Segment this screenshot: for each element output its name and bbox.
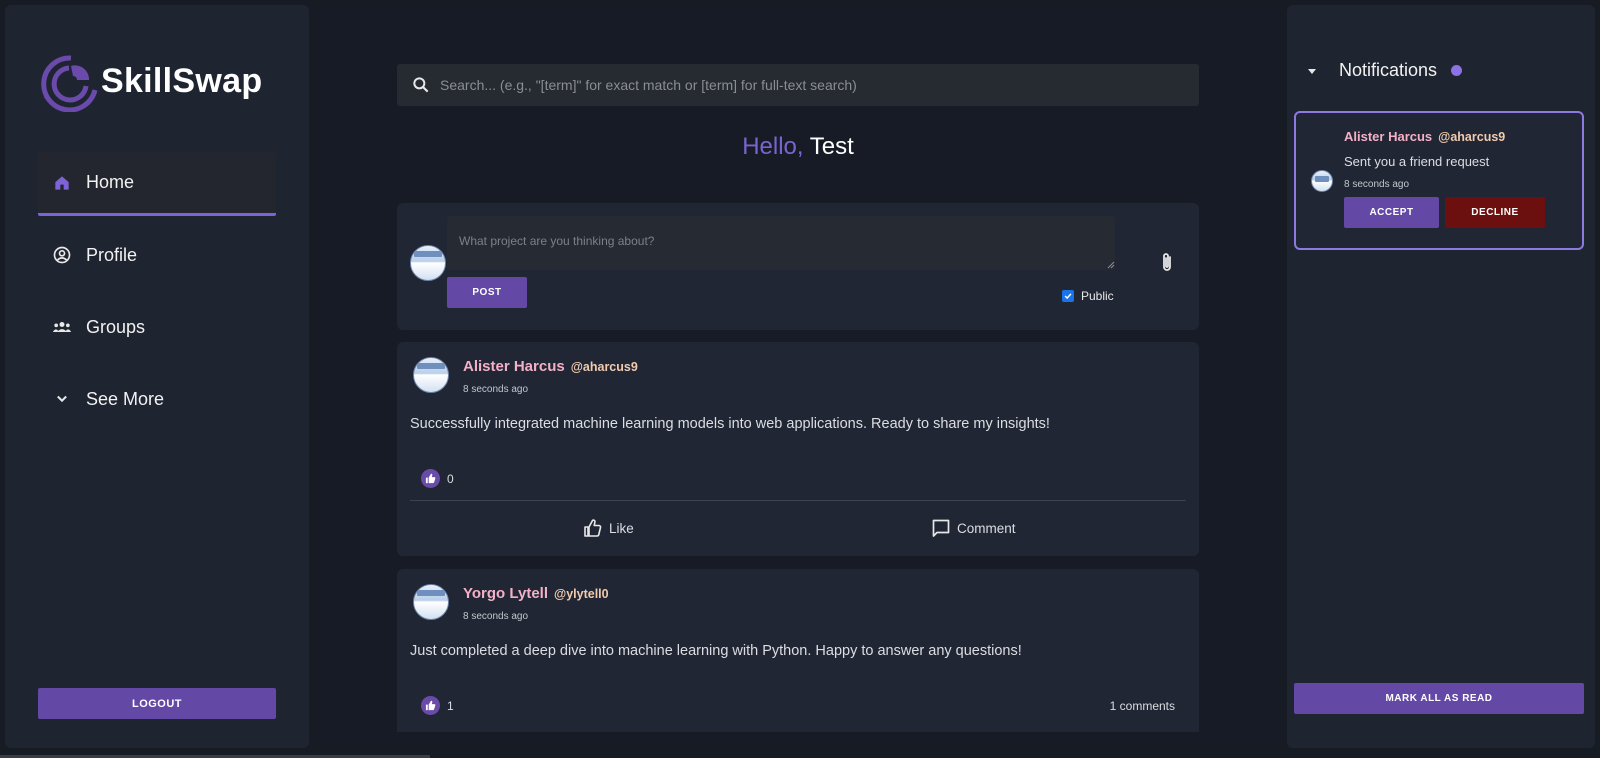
- nav-item-see-more[interactable]: See More: [38, 367, 276, 431]
- search-icon: [413, 77, 429, 93]
- unread-dot: [1451, 65, 1463, 76]
- post-timestamp: 8 seconds ago: [463, 384, 529, 395]
- notification-timestamp: 8 seconds ago: [1344, 179, 1410, 190]
- search-input[interactable]: [440, 77, 1199, 93]
- thumbs-up-icon: [421, 469, 440, 488]
- public-label: Public: [1081, 289, 1114, 303]
- like-count: 1: [447, 698, 454, 713]
- greeting-hello: Hello,: [742, 133, 804, 160]
- brand-name: SkillSwap: [101, 61, 263, 100]
- logout-button[interactable]: LOGOUT: [38, 688, 276, 719]
- like-count: 0: [447, 471, 454, 486]
- notification-sender: Alister Harcus @aharcus9: [1344, 129, 1505, 144]
- like-label: Like: [609, 520, 634, 536]
- thumbs-up-outline-icon: [584, 519, 602, 537]
- post-timestamp: 8 seconds ago: [463, 611, 529, 622]
- divider: [410, 500, 1186, 501]
- post-body: Just completed a deep dive into machine …: [410, 643, 1022, 659]
- account-circle-icon: [38, 245, 86, 265]
- post-textarea[interactable]: [447, 216, 1115, 270]
- resize-handle-icon[interactable]: [1107, 261, 1115, 269]
- avatar: [410, 245, 446, 281]
- like-summary: 0: [421, 469, 454, 488]
- groups-icon: [38, 317, 86, 337]
- nav-label-groups: Groups: [86, 316, 146, 337]
- sender-handle[interactable]: @aharcus9: [1438, 130, 1505, 144]
- post-author: Alister Harcus @aharcus9: [463, 358, 638, 375]
- post-composer: POST Public: [397, 203, 1199, 330]
- attachment-icon[interactable]: [1157, 251, 1177, 275]
- post-body: Successfully integrated machine learning…: [410, 416, 1050, 432]
- accept-button[interactable]: ACCEPT: [1344, 197, 1439, 228]
- search-bar[interactable]: [397, 64, 1199, 106]
- author-name[interactable]: Alister Harcus: [463, 358, 565, 375]
- like-button[interactable]: Like: [583, 518, 634, 538]
- greeting: Hello, Test: [397, 133, 1199, 161]
- nav-label-home: Home: [86, 172, 135, 192]
- logo-icon: [41, 55, 98, 112]
- mark-all-read-button[interactable]: MARK ALL AS READ: [1294, 683, 1584, 714]
- like-summary: 1: [421, 696, 454, 715]
- avatar: [1311, 170, 1333, 192]
- public-toggle[interactable]: Public: [1062, 289, 1114, 303]
- avatar[interactable]: [413, 357, 449, 393]
- nav-label-profile: Profile: [86, 244, 138, 265]
- thumbs-up-icon: [421, 696, 440, 715]
- notifications-header[interactable]: Notifications: [1307, 60, 1463, 81]
- notification-card: Alister Harcus @aharcus9 Sent you a frie…: [1294, 111, 1584, 250]
- post-author: Yorgo Lytell @ylytell0: [463, 585, 609, 602]
- comment-count[interactable]: 1 comments: [1110, 699, 1175, 713]
- notifications-panel: Notifications Alister Harcus @aharcus9 S…: [1287, 5, 1595, 748]
- skillswap-logo[interactable]: SkillSwap: [37, 50, 262, 112]
- nav-item-home[interactable]: Home: [38, 152, 276, 216]
- author-handle[interactable]: @aharcus9: [571, 360, 638, 374]
- caret-down-icon: [1308, 68, 1316, 74]
- author-name[interactable]: Yorgo Lytell: [463, 585, 548, 602]
- post-card: Alister Harcus @aharcus9 8 seconds ago S…: [397, 342, 1199, 556]
- left-sidebar: SkillSwap Home Profile Groups See More L…: [5, 5, 309, 748]
- notification-message: Sent you a friend request: [1344, 154, 1490, 169]
- nav-item-groups[interactable]: Groups: [38, 295, 276, 359]
- author-handle[interactable]: @ylytell0: [554, 587, 609, 601]
- avatar[interactable]: [413, 584, 449, 620]
- sender-name[interactable]: Alister Harcus: [1344, 129, 1432, 144]
- home-icon: [38, 173, 86, 193]
- chevron-down-icon: [38, 389, 86, 409]
- comment-button[interactable]: Comment: [931, 518, 1016, 538]
- decline-button[interactable]: DECLINE: [1445, 197, 1545, 228]
- main-feed: Hello, Test POST Public Alister Harcus @…: [317, 5, 1280, 748]
- notifications-title: Notifications: [1339, 60, 1438, 80]
- greeting-username: Test: [809, 133, 854, 160]
- comment-icon: [932, 519, 950, 537]
- public-checkbox[interactable]: [1062, 290, 1074, 302]
- post-button[interactable]: POST: [447, 277, 527, 308]
- comment-label: Comment: [957, 520, 1016, 536]
- nav-item-profile[interactable]: Profile: [38, 223, 276, 287]
- post-card: Yorgo Lytell @ylytell0 8 seconds ago Jus…: [397, 569, 1199, 732]
- nav-label-see-more: See More: [86, 388, 165, 409]
